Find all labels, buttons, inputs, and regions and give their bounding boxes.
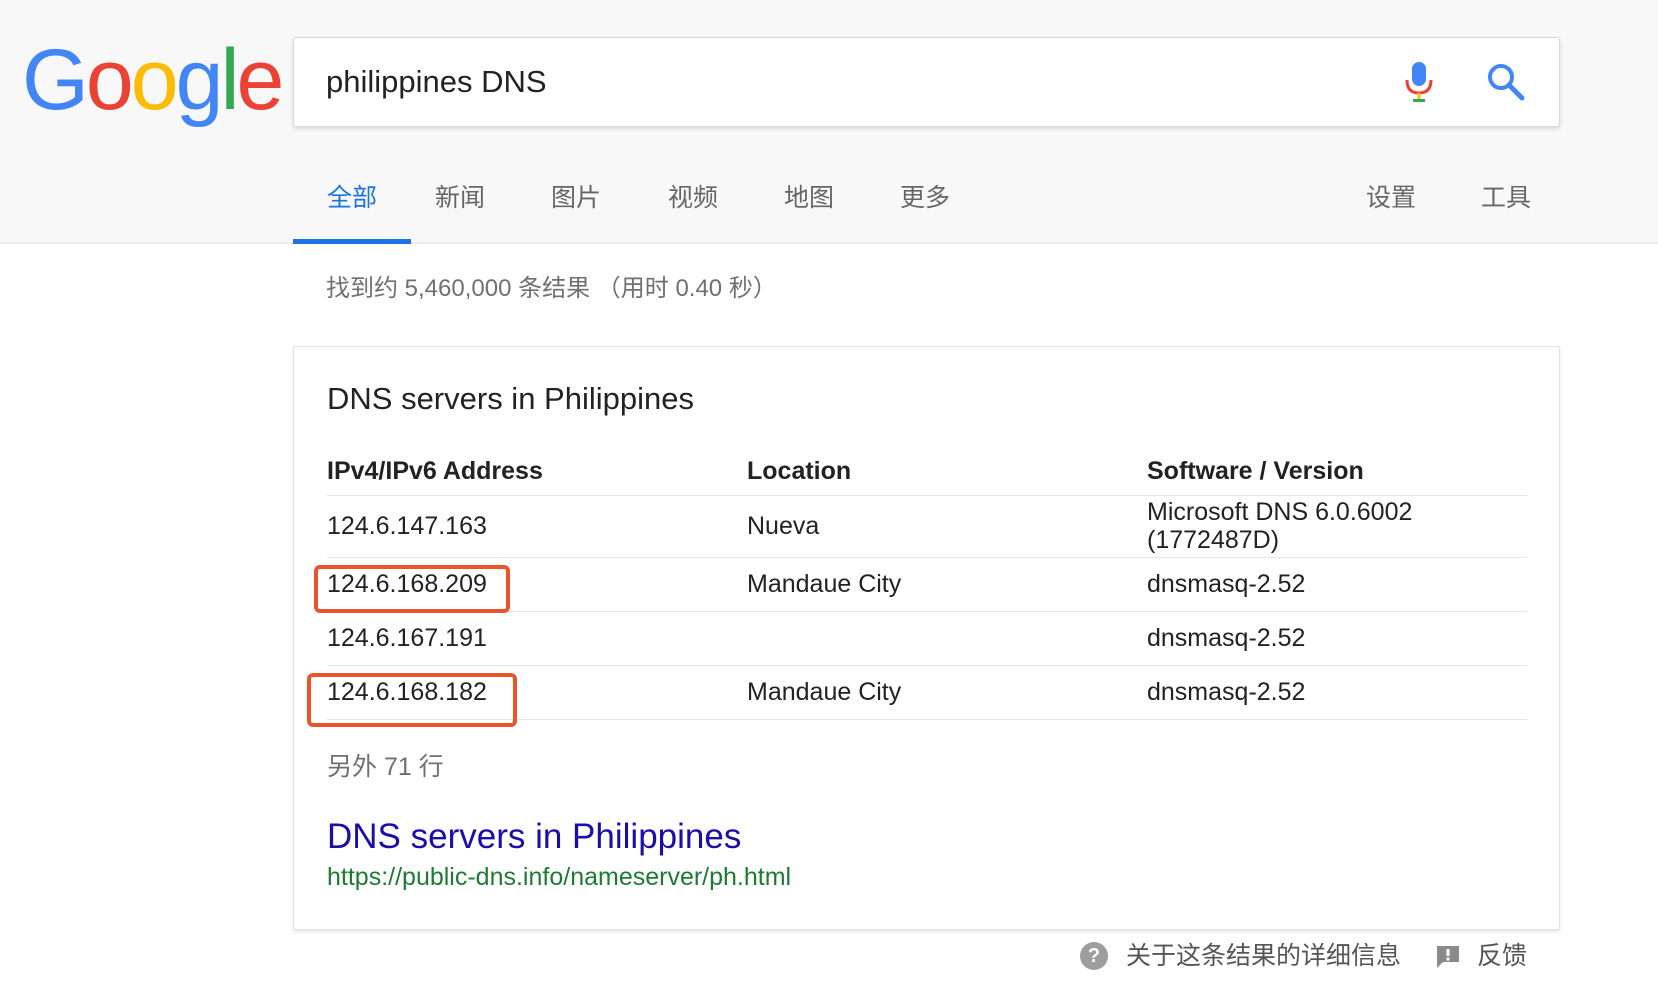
logo-letter: o [85, 32, 134, 128]
highlight-box [307, 673, 517, 727]
tab-videos[interactable]: 视频 [658, 150, 728, 242]
ip-cell: 124.6.167.191 [327, 624, 487, 652]
column-header: Software / Version [1147, 457, 1364, 485]
column-header: Location [747, 457, 852, 485]
search-box[interactable]: philippines DNS [293, 37, 1560, 127]
google-logo[interactable]: Google [22, 30, 285, 130]
tab-all[interactable]: 全部 [293, 150, 411, 244]
logo-letter: o [130, 32, 179, 128]
microphone-icon[interactable] [1399, 60, 1439, 104]
feedback-icon[interactable] [1435, 944, 1461, 970]
table-row: 124.6.147.163 Nueva Microsoft DNS 6.0.60… [327, 496, 1527, 558]
location-cell: Nueva [747, 512, 820, 540]
logo-letter: l [220, 32, 239, 128]
software-cell: dnsmasq-2.52 [1147, 678, 1306, 706]
result-title-link[interactable]: DNS servers in Philippines [327, 817, 741, 857]
location-cell: Mandaue City [747, 570, 902, 598]
card-title: DNS servers in Philippines [327, 381, 694, 416]
card-footer: ? 关于这条结果的详细信息 反馈 [1080, 936, 1560, 976]
result-url[interactable]: https://public-dns.info/nameserver/ph.ht… [327, 863, 791, 892]
logo-letter: e [236, 32, 285, 128]
ip-cell: 124.6.147.163 [327, 512, 487, 540]
featured-snippet-card: DNS servers in Philippines IPv4/IPv6 Add… [293, 346, 1560, 930]
search-input[interactable]: philippines DNS [326, 38, 547, 126]
table-header-row: IPv4/IPv6 Address Location Software / Ve… [327, 447, 1527, 496]
highlight-box [314, 565, 510, 613]
table-row: 124.6.167.191 dnsmasq-2.52 [327, 612, 1527, 666]
logo-letter: g [175, 32, 224, 128]
search-icon[interactable] [1484, 60, 1528, 104]
feedback-link[interactable]: 反馈 [1477, 936, 1527, 976]
location-cell: Mandaue City [747, 678, 902, 706]
result-stats: 找到约 5,460,000 条结果 （用时 0.40 秒） [326, 275, 777, 302]
about-result-link[interactable]: 关于这条结果的详细信息 [1126, 936, 1401, 976]
column-header: IPv4/IPv6 Address [327, 457, 543, 485]
help-icon[interactable]: ? [1080, 942, 1108, 970]
tab-more[interactable]: 更多 [890, 150, 960, 242]
software-cell-line2: (1772487D) [1147, 526, 1280, 554]
tab-images[interactable]: 图片 [541, 150, 611, 242]
software-cell: dnsmasq-2.52 [1147, 570, 1306, 598]
software-cell: dnsmasq-2.52 [1147, 624, 1306, 652]
logo-letter: G [22, 32, 89, 128]
software-cell: Microsoft DNS 6.0.6002 [1147, 498, 1413, 526]
tab-news[interactable]: 新闻 [425, 150, 495, 242]
tab-settings[interactable]: 设置 [1356, 150, 1426, 242]
more-rows-text: 另外 71 行 [327, 753, 444, 781]
tab-maps[interactable]: 地图 [774, 150, 844, 242]
tab-tools[interactable]: 工具 [1471, 150, 1541, 242]
